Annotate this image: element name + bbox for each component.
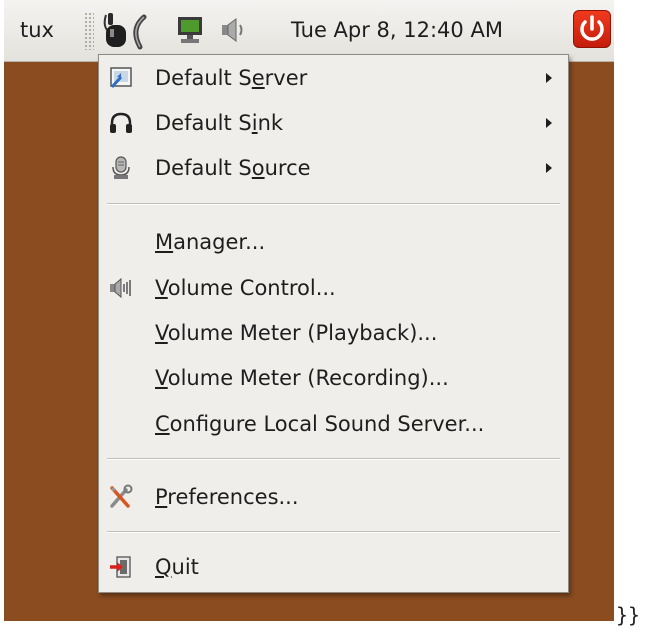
- menu-item-quit[interactable]: Quit: [99, 545, 568, 589]
- power-icon: [580, 15, 604, 41]
- submenu-arrow-icon: [546, 118, 552, 128]
- exit-icon: [110, 556, 131, 578]
- menu-item-label: Default Sink: [155, 111, 284, 135]
- menu-separator: [107, 203, 560, 205]
- menu-separator: [107, 458, 560, 460]
- menu-item-label: Quit: [155, 555, 199, 579]
- menu-item-default-source[interactable]: Default Source: [99, 146, 568, 190]
- menu-item-label: Default Server: [155, 66, 308, 90]
- menu-item-label: Configure Local Sound Server...: [155, 412, 485, 436]
- menu-item-preferences[interactable]: Preferences...: [99, 475, 568, 519]
- power-button[interactable]: [573, 10, 611, 48]
- submenu-arrow-icon: [546, 73, 552, 83]
- sound-server-applet-icon[interactable]: [100, 9, 150, 53]
- menu-item-label: Volume Control...: [155, 276, 336, 300]
- menu-item-label: Manager...: [155, 230, 266, 254]
- menu-item-volume-meter-playback[interactable]: Volume Meter (Playback)...: [99, 311, 568, 355]
- tools-icon: [110, 484, 133, 508]
- menu-item-default-server[interactable]: Default Server: [99, 56, 568, 100]
- headphones-icon: [110, 112, 132, 133]
- menu-item-label: Volume Meter (Recording)...: [155, 366, 449, 390]
- menu-item-volume-meter-recording[interactable]: Volume Meter (Recording)...: [99, 356, 568, 400]
- submenu-arrow-icon: [546, 163, 552, 173]
- clock[interactable]: Tue Apr 8, 12:40 AM: [291, 18, 503, 42]
- user-name[interactable]: tux: [20, 18, 54, 42]
- panel-drag-handle[interactable]: [84, 12, 94, 50]
- menu-separator: [107, 531, 560, 533]
- menu-item-default-sink[interactable]: Default Sink: [99, 101, 568, 145]
- speaker-volume-icon: [110, 277, 131, 299]
- menu-item-label: Volume Meter (Playback)...: [155, 321, 438, 345]
- stray-text: }}: [616, 603, 641, 627]
- menu-item-label: Default Source: [155, 156, 311, 180]
- volume-speaker-icon[interactable]: [219, 17, 247, 43]
- top-panel: tux Tue Apr 8, 12:40 AM: [4, 0, 614, 62]
- menu-item-label: Preferences...: [155, 485, 299, 509]
- menu-item-configure-local-sound-server[interactable]: Configure Local Sound Server...: [99, 402, 568, 446]
- sound-applet-menu: Default Server Default Sink Default Sour…: [98, 54, 569, 593]
- network-monitor-icon[interactable]: [176, 15, 204, 45]
- server-icon: [110, 67, 132, 89]
- microphone-icon: [112, 156, 130, 179]
- menu-item-volume-control[interactable]: Volume Control...: [99, 266, 568, 310]
- menu-item-manager[interactable]: Manager...: [99, 220, 568, 264]
